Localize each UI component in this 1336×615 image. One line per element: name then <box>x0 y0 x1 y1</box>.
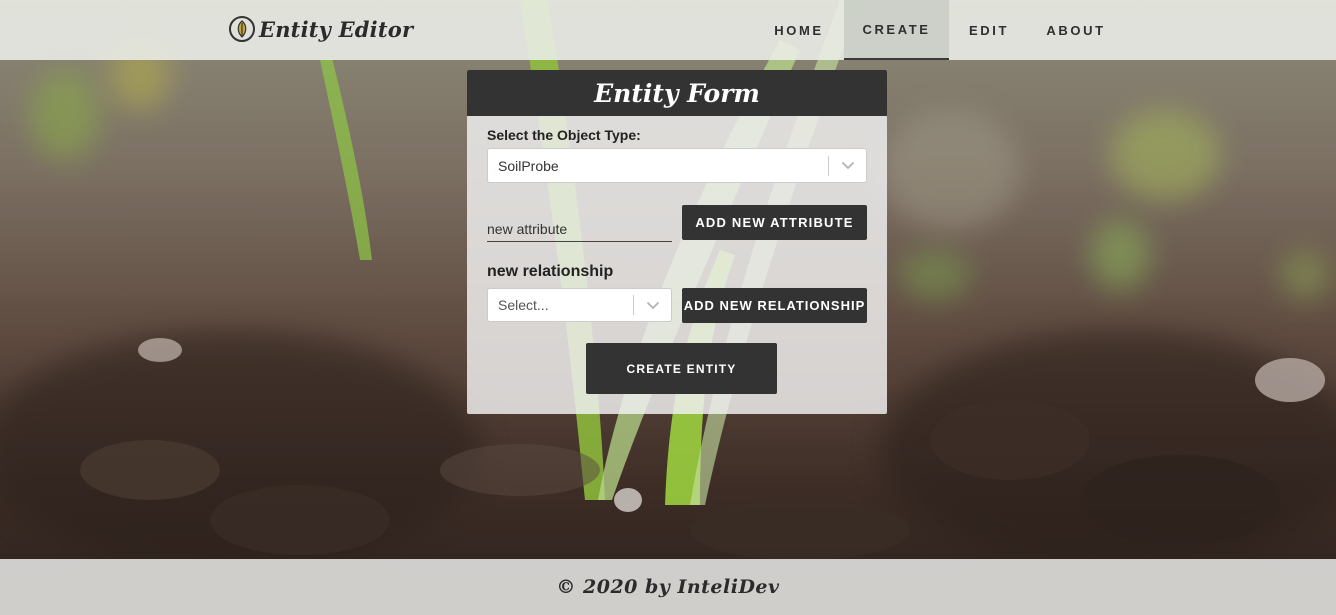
add-attribute-button[interactable]: ADD NEW ATTRIBUTE <box>682 205 867 240</box>
chevron-down-icon[interactable] <box>829 161 866 170</box>
top-navbar: Entity Editor HOME CREATE EDIT ABOUT <box>0 0 1336 60</box>
nav-about[interactable]: ABOUT <box>1030 0 1122 60</box>
entity-form-header: Entity Form <box>467 70 887 116</box>
copyright-text: © 2020 by InteliDev <box>556 576 780 598</box>
nav-home[interactable]: HOME <box>755 0 843 60</box>
create-entity-button[interactable]: CREATE ENTITY <box>586 343 777 394</box>
object-type-value: SoilProbe <box>498 157 559 174</box>
add-relationship-button[interactable]: ADD NEW RELATIONSHIP <box>682 288 867 323</box>
footer: © 2020 by InteliDev <box>0 559 1336 615</box>
relationship-placeholder: Select... <box>498 297 549 313</box>
entity-form-title: Entity Form <box>594 78 760 108</box>
relationship-label: new relationship <box>487 263 614 280</box>
nav-edit[interactable]: EDIT <box>949 0 1029 60</box>
object-type-select[interactable]: SoilProbe <box>487 148 867 183</box>
main-nav: HOME CREATE EDIT ABOUT <box>0 0 1336 60</box>
relationship-select[interactable]: Select... <box>487 288 672 322</box>
chevron-down-icon[interactable] <box>634 301 671 310</box>
entity-form-card: Entity Form Select the Object Type: Soil… <box>467 70 887 414</box>
object-type-label: Select the Object Type: <box>487 127 641 143</box>
attribute-input[interactable] <box>487 216 672 242</box>
nav-create[interactable]: CREATE <box>844 0 949 60</box>
